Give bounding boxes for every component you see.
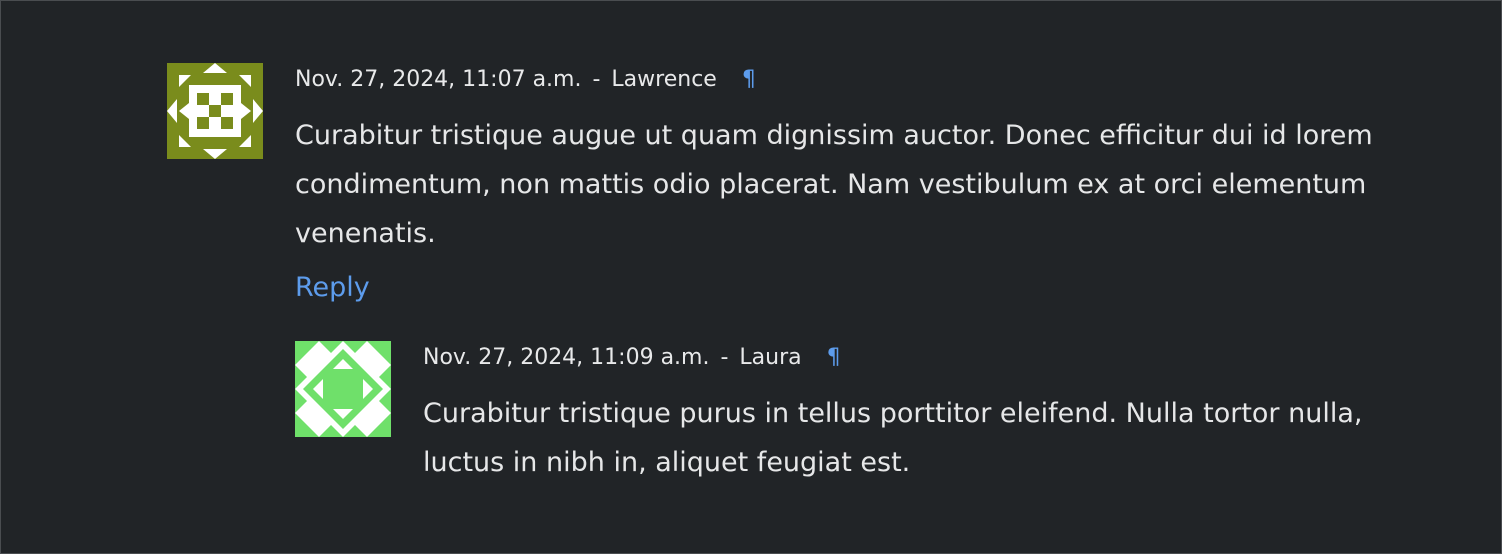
comment-meta: Nov. 27, 2024, 11:09 a.m. - Laura ¶ (423, 341, 1383, 375)
meta-separator: - (720, 345, 729, 370)
meta-separator: - (592, 67, 601, 92)
comment-body: Nov. 27, 2024, 11:09 a.m. - Laura ¶ Cura… (423, 341, 1383, 487)
reply-link[interactable]: Reply (295, 270, 370, 306)
comment-text: Curabitur tristique purus in tellus port… (423, 398, 1363, 478)
avatar-identicon-icon (167, 63, 263, 159)
comment-body: Nov. 27, 2024, 11:07 a.m. - Lawrence ¶ C… (295, 63, 1375, 306)
avatar-identicon-icon (295, 341, 391, 437)
comment-meta: Nov. 27, 2024, 11:07 a.m. - Lawrence ¶ (295, 63, 1375, 97)
comments-panel: Nov. 27, 2024, 11:07 a.m. - Lawrence ¶ C… (0, 0, 1502, 554)
comment-author: Laura (739, 345, 802, 370)
permalink-link[interactable]: ¶ (742, 67, 756, 92)
comment-date: Nov. 27, 2024, 11:09 a.m. (423, 345, 710, 370)
comment-author: Lawrence (611, 67, 717, 92)
comment-text: Curabitur tristique augue ut quam dignis… (295, 120, 1373, 249)
permalink-link[interactable]: ¶ (827, 345, 841, 370)
comment-date: Nov. 27, 2024, 11:07 a.m. (295, 67, 582, 92)
